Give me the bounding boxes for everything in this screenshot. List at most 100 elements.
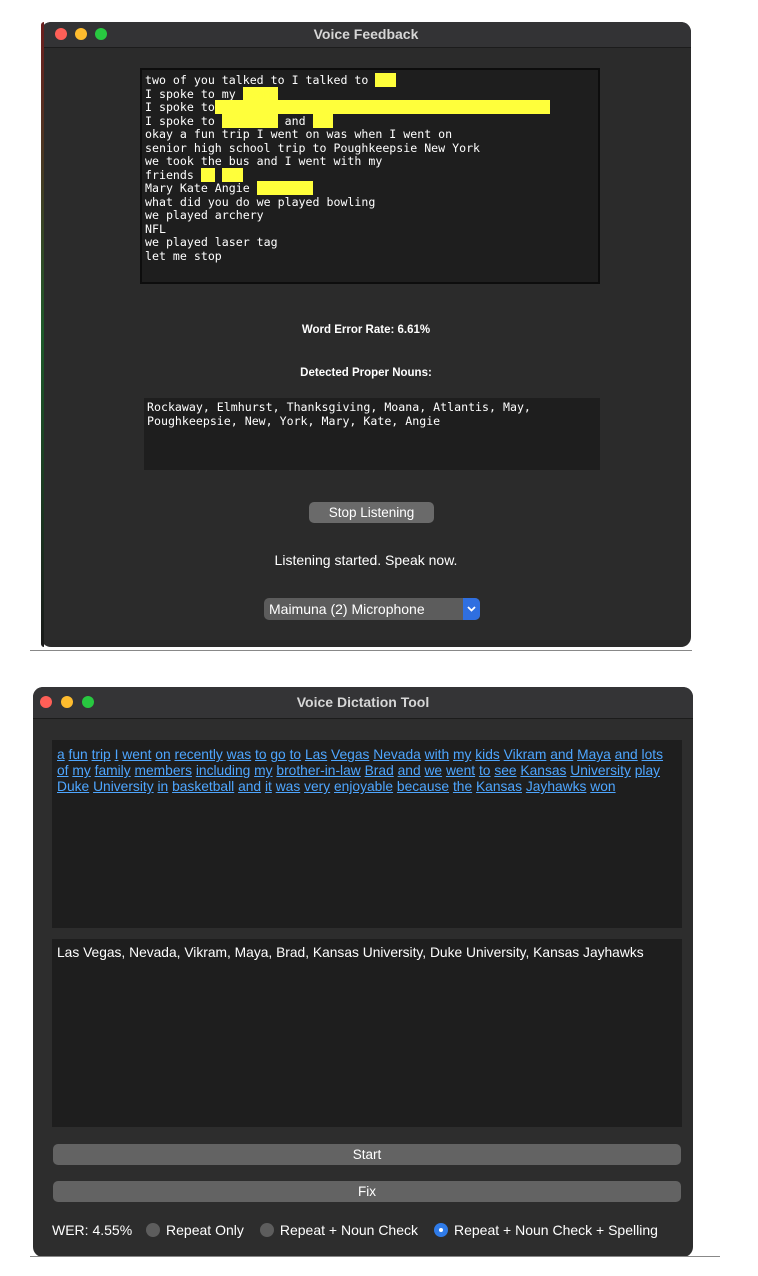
transcript-line: I spoke to [145,100,595,115]
title-bar: Voice Feedback [41,22,691,48]
stop-listening-button[interactable]: Stop Listening [309,502,434,523]
transcript-line: I spoke to Atlantis and May [145,113,595,129]
window-edge-shadow [41,22,44,647]
chevron-down-icon[interactable] [463,598,480,620]
dictated-word-link[interactable]: on [155,747,170,762]
dictated-word-link[interactable]: and [398,763,421,778]
dictated-word-link[interactable]: Las [305,747,327,762]
transcript-text: Mary Kate Angie [145,181,257,195]
transcript-line: Mary Kate Angie Atlantis [145,181,595,196]
dictated-word-link[interactable]: very [304,779,330,794]
dictated-word-link[interactable]: to [290,747,302,762]
dictated-word-link[interactable]: including [196,763,250,778]
transcript-text: we played archery [145,208,264,222]
dictated-word-link[interactable]: fun [69,747,88,762]
dictated-word-link[interactable]: to [255,747,267,762]
dictated-word-link[interactable]: Jayhawks [526,779,587,794]
dictated-word-link[interactable]: Vegas [331,747,369,762]
dictated-word-link[interactable]: in [157,779,168,794]
transcript-line: we took the bus and I went with my [145,154,595,169]
dictated-word-link[interactable]: my [72,763,90,778]
dictated-word-link[interactable]: members [134,763,192,778]
transcript-line: we played laser tag [145,235,595,250]
dictated-word-link[interactable]: we [424,763,442,778]
dictated-word-link[interactable]: went [122,747,151,762]
transcript-text-area[interactable]: two of you talked to I talked to XXX I sp… [140,68,600,284]
dictated-word-link[interactable]: it [265,779,272,794]
dictated-word-link[interactable]: to [479,763,491,778]
dictation-text-area[interactable]: a fun trip I went on recently was to go … [52,740,682,928]
dictated-word-link[interactable]: brother-in-law [276,763,360,778]
transcript-line: what did you do we played bowling [145,195,595,210]
window-title: Voice Feedback [313,26,419,42]
transcript-text: we took the bus and I went with my [145,154,383,168]
dictated-word-link[interactable]: trip [92,747,111,762]
dictated-word-link[interactable]: I [115,747,119,762]
mode-option[interactable]: Repeat + Noun Check [259,1220,418,1240]
fix-button[interactable]: Fix [53,1181,681,1202]
error-highlight: my [200,167,215,182]
dictated-word-link[interactable]: the [453,779,472,794]
radio-selected-icon[interactable] [434,1223,448,1238]
transcript-line: okay a fun trip I went on was when I wen… [145,127,595,142]
dictated-word-link[interactable]: and [238,779,261,794]
dictated-word-link[interactable]: Kansas [520,763,566,778]
dictated-word-link[interactable]: enjoyable [334,779,393,794]
voice-dictation-window: Voice Dictation Tool a fun trip I went o… [33,687,693,1257]
dictated-word-link[interactable]: because [397,779,449,794]
mode-option[interactable]: Repeat + Noun Check + Spelling [434,1220,658,1240]
dictated-word-link[interactable]: lots [642,747,663,762]
microphone-select[interactable]: Maimuna (2) Microphone [264,598,480,620]
dictated-word-link[interactable]: was [227,747,252,762]
radio-unselected-icon[interactable] [146,1223,161,1238]
transcript-text: senior high school trip to Poughkeepsie … [145,140,481,155]
dictated-word-link[interactable]: basketball [172,779,234,794]
transcript-text [215,168,222,182]
dictated-word-link[interactable]: my [254,763,272,778]
error-highlight: Moana [242,86,278,101]
dictated-word-link[interactable]: play [635,763,660,778]
microphone-select-value: Maimuna (2) Microphone [269,601,425,617]
dictated-word-link[interactable]: recently [174,747,222,762]
dictated-word-link[interactable]: University [93,779,154,794]
transcript-text: I spoke to [145,113,222,128]
dictated-word-link[interactable]: Brad [365,763,394,778]
dictated-word-link[interactable]: went [446,763,475,778]
dictated-word-link[interactable]: and [615,747,638,762]
dictated-word-link[interactable]: Vikram [504,747,547,762]
mode-option-label: Repeat Only [166,1222,244,1238]
transcript-line: we played archery [145,208,595,223]
mode-option-label: Repeat + Noun Check [279,1222,418,1238]
dictated-word-link[interactable]: go [270,747,285,762]
error-highlight: Atlantis [221,113,278,128]
dictated-word-link[interactable]: Kansas [476,779,522,794]
mode-option[interactable]: Repeat Only [146,1220,244,1240]
divider-line [30,650,692,651]
dictated-word-link[interactable]: won [590,779,615,794]
transcript-line: two of you talked to I talked to XXX [145,73,595,88]
dictated-word-link[interactable]: Nevada [373,747,421,762]
dictated-word-link[interactable]: with [425,747,450,762]
dictated-word-link[interactable]: a [57,747,65,762]
transcript-text: I spoke to [145,100,215,114]
proper-nouns-text-area[interactable]: Rockaway, Elmhurst, Thanksgiving, Moana,… [144,398,600,470]
dictated-word-link[interactable]: Maya [577,747,611,762]
dictated-word-link[interactable]: University [570,763,631,778]
dictated-word-link[interactable]: see [494,763,516,778]
error-highlight [214,100,550,114]
transcript-text: two of you talked to I talked to [145,73,376,87]
dictated-word-link[interactable]: of [57,763,69,778]
detected-nouns-text-area[interactable]: Las Vegas, Nevada, Vikram, Maya, Brad, K… [52,939,682,1127]
error-highlight: XXX [375,73,397,87]
dictated-word-link[interactable]: and [550,747,573,762]
radio-unselected-icon[interactable] [259,1223,274,1238]
dictated-word-link[interactable]: my [453,747,471,762]
window-title: Voice Dictation Tool [296,694,430,710]
word-error-rate-label: Word Error Rate: 6.61% [301,324,431,336]
dictated-word-link[interactable]: kids [475,747,500,762]
start-button[interactable]: Start [53,1144,681,1165]
dictated-word-link[interactable]: Duke [57,779,89,794]
divider-line [30,1256,720,1257]
dictated-word-link[interactable]: was [276,779,301,794]
dictated-word-link[interactable]: family [95,763,131,778]
